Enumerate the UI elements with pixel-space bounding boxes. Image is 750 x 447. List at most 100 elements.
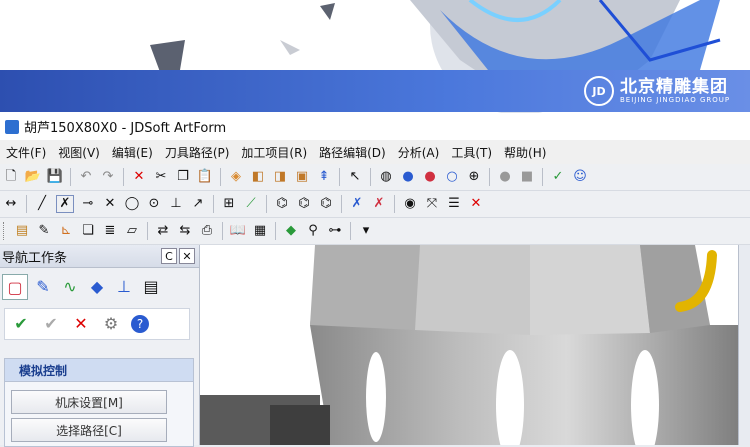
separator (370, 168, 371, 186)
menu-analysis[interactable]: 分析(A) (392, 144, 446, 161)
box-view-icon[interactable]: ◈ (228, 169, 244, 185)
path1-icon[interactable]: ⇄ (155, 223, 171, 239)
view1-icon[interactable]: ◉ (402, 196, 418, 212)
select-icon[interactable]: ↖ (347, 169, 363, 185)
redo-icon[interactable]: ↷ (100, 169, 116, 185)
tool-icon[interactable]: ⚙ (101, 313, 121, 335)
save-icon[interactable]: 💾 (47, 169, 63, 185)
surface3-icon[interactable]: ⌬ (318, 196, 334, 212)
menu-file[interactable]: 文件(F) (0, 144, 52, 161)
confirm-icon[interactable]: ✔ (11, 313, 31, 335)
simulation-control-section: 模拟控制 机床设置[M] 选择路径[C] (4, 358, 194, 447)
menu-toolpath[interactable]: 刀具路径(P) (159, 144, 236, 161)
view3-icon[interactable]: ☰ (446, 196, 462, 212)
view2-icon[interactable]: ⤧ (424, 196, 440, 212)
front-view-icon[interactable]: ◨ (272, 169, 288, 185)
ruler-icon[interactable]: ⊥ (168, 196, 184, 212)
layer-icon[interactable]: ▢ (2, 274, 28, 300)
machine-setup-button[interactable]: 机床设置[M] (11, 390, 167, 414)
undo-icon[interactable]: ↶ (78, 169, 94, 185)
chart-icon[interactable]: ⟋ (243, 196, 259, 212)
new-file-icon[interactable]: 🗋 (3, 169, 19, 185)
stack-icon[interactable]: ≣ (102, 223, 118, 239)
line-icon[interactable]: ╱ (34, 196, 50, 212)
menu-help[interactable]: 帮助(H) (498, 144, 552, 161)
separator (26, 195, 27, 213)
company-logo: JD 北京精雕集团 BEIJING JINGDIAO GROUP (584, 76, 730, 106)
overflow-icon[interactable]: ▾ (358, 223, 374, 239)
path2-icon[interactable]: ⇆ (177, 223, 193, 239)
tree-icon[interactable]: ⊶ (327, 223, 343, 239)
diamond-icon[interactable]: ◆ (85, 274, 109, 298)
toolbar-grip[interactable] (3, 222, 7, 240)
trim-icon[interactable]: ✗ (56, 195, 74, 213)
move-icon[interactable]: ↔ (3, 196, 19, 212)
sphere-red-icon[interactable]: ● (422, 169, 438, 185)
tool-mark-icon[interactable]: ✓ (550, 169, 566, 185)
sphere-outline-icon[interactable]: ○ (444, 169, 460, 185)
surface2-icon[interactable]: ⌬ (296, 196, 312, 212)
3d-viewport[interactable] (200, 245, 738, 445)
open-folder-icon[interactable]: 📂 (25, 169, 41, 185)
target-icon[interactable]: ⊙ (146, 196, 162, 212)
user-icon[interactable]: ☺ (572, 169, 588, 185)
nav-panel-header: 导航工作条 C ✕ (0, 245, 199, 268)
iso-view-icon[interactable]: ◧ (250, 169, 266, 185)
close-red-icon[interactable]: ✕ (468, 196, 484, 212)
navigation-panel: 导航工作条 C ✕ ▢ ✎ ∿ ◆ ⊥ ▤ ✔ ✔ ✕ ⚙ ? 模拟控制 机床设… (0, 245, 200, 447)
menu-project[interactable]: 加工项目(R) (235, 144, 313, 161)
export-icon[interactable]: ▤ (139, 274, 163, 298)
header-banner: JD 北京精雕集团 BEIJING JINGDIAO GROUP (0, 0, 750, 113)
sphere-gray-icon[interactable]: ● (497, 169, 513, 185)
menu-view[interactable]: 视图(V) (52, 144, 106, 161)
edit-icon[interactable]: ✎ (36, 223, 52, 239)
table-icon[interactable]: ▦ (252, 223, 268, 239)
menu-edit[interactable]: 编辑(E) (106, 144, 159, 161)
cancel-icon[interactable]: ✕ (71, 313, 91, 335)
select-path-button[interactable]: 选择路径[C] (11, 418, 167, 442)
layers-icon[interactable]: ❏ (80, 223, 96, 239)
sphere-shaded-icon[interactable]: ● (400, 169, 416, 185)
axis-small-icon[interactable]: ⊾ (58, 223, 74, 239)
printer-icon[interactable]: ⎙ (199, 223, 215, 239)
cube-green-icon[interactable]: ◆ (283, 223, 299, 239)
separator (213, 195, 214, 213)
cut-icon[interactable]: ✂ (153, 169, 169, 185)
axis-icon[interactable]: ⇞ (316, 169, 332, 185)
stamp-icon[interactable]: ⊥ (112, 274, 136, 298)
surface1-icon[interactable]: ⌬ (274, 196, 290, 212)
menu-tools[interactable]: 工具(T) (445, 144, 498, 161)
right-side-panel (738, 245, 750, 445)
delete-icon[interactable]: ✕ (131, 169, 147, 185)
list-icon[interactable]: ▤ (14, 223, 30, 239)
arrow-icon[interactable]: ↗ (190, 196, 206, 212)
cube-gray-icon[interactable]: ■ (519, 169, 535, 185)
window-title: 胡芦150X80X0 - JDSoft ArtForm (24, 121, 227, 136)
side-view-icon[interactable]: ▣ (294, 169, 310, 185)
tool1-icon[interactable]: ✗ (349, 196, 365, 212)
paste-icon[interactable]: 📋 (197, 169, 213, 185)
menu-path-edit[interactable]: 路径编辑(D) (313, 144, 392, 161)
close-icon[interactable]: ✕ (179, 248, 195, 264)
nav-panel-title: 导航工作条 (2, 250, 68, 266)
book-icon[interactable]: 📖 (230, 223, 246, 239)
help-icon[interactable]: ? (131, 315, 149, 333)
tool2-icon[interactable]: ✗ (371, 196, 387, 212)
separator (339, 168, 340, 186)
point-icon[interactable]: ⊸ (80, 196, 96, 212)
workpiece-render (200, 245, 738, 445)
sphere-wire-icon[interactable]: ◍ (378, 169, 394, 185)
eraser-icon[interactable]: ▱ (124, 223, 140, 239)
menu-bar: 文件(F) 视图(V) 编辑(E) 刀具路径(P) 加工项目(R) 路径编辑(D… (0, 140, 750, 164)
brush-icon[interactable]: ✎ (31, 274, 55, 298)
pin-icon[interactable]: C (161, 248, 177, 264)
jd-logo-mark: JD (584, 76, 614, 106)
grid-icon[interactable]: ⊞ (221, 196, 237, 212)
confirm-gray-icon[interactable]: ✔ (41, 313, 61, 335)
path-icon[interactable]: ∿ (58, 274, 82, 298)
copy-icon[interactable]: ❐ (175, 169, 191, 185)
stamp-icon[interactable]: ⚲ (305, 223, 321, 239)
circle-icon[interactable]: ◯ (124, 196, 140, 212)
cross-icon[interactable]: ✕ (102, 196, 118, 212)
sphere-grid-icon[interactable]: ⊕ (466, 169, 482, 185)
